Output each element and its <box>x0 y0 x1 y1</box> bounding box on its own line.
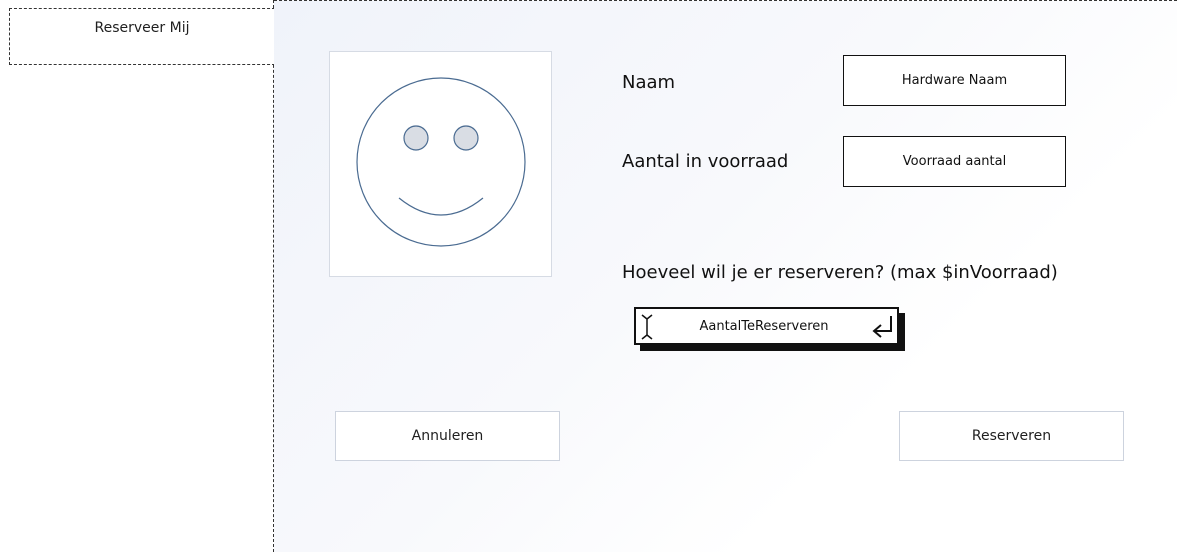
main-panel: Naam Hardware Naam Aantal in voorraad Vo… <box>274 0 1177 552</box>
stock-label: Aantal in voorraad <box>622 151 789 172</box>
sidebar-item-label: Reserveer Mij <box>94 20 190 36</box>
amount-value: AantalTeReserveren <box>660 311 868 341</box>
sidebar-item-reserveer-mij[interactable]: Reserveer Mij <box>9 8 275 65</box>
reserve-question-label: Hoeveel wil je er reserveren? (max $inVo… <box>622 262 1058 283</box>
reserve-button[interactable]: Reserveren <box>899 411 1124 461</box>
hardware-image <box>329 51 552 277</box>
name-field[interactable]: Hardware Naam <box>843 55 1066 106</box>
cancel-button[interactable]: Annuleren <box>335 411 560 461</box>
amount-input[interactable]: AantalTeReserveren <box>634 307 905 351</box>
reserve-window: Reserveer Mij Naam Hardware Naam Aantal … <box>0 0 1177 552</box>
enter-arrow-icon[interactable] <box>870 313 896 341</box>
stock-field[interactable]: Voorraad aantal <box>843 136 1066 187</box>
smiley-icon <box>356 77 526 247</box>
name-label: Naam <box>622 72 676 93</box>
amount-input-box[interactable]: AantalTeReserveren <box>634 307 899 345</box>
sidebar: Reserveer Mij <box>0 0 275 552</box>
text-cursor-icon <box>641 314 653 340</box>
